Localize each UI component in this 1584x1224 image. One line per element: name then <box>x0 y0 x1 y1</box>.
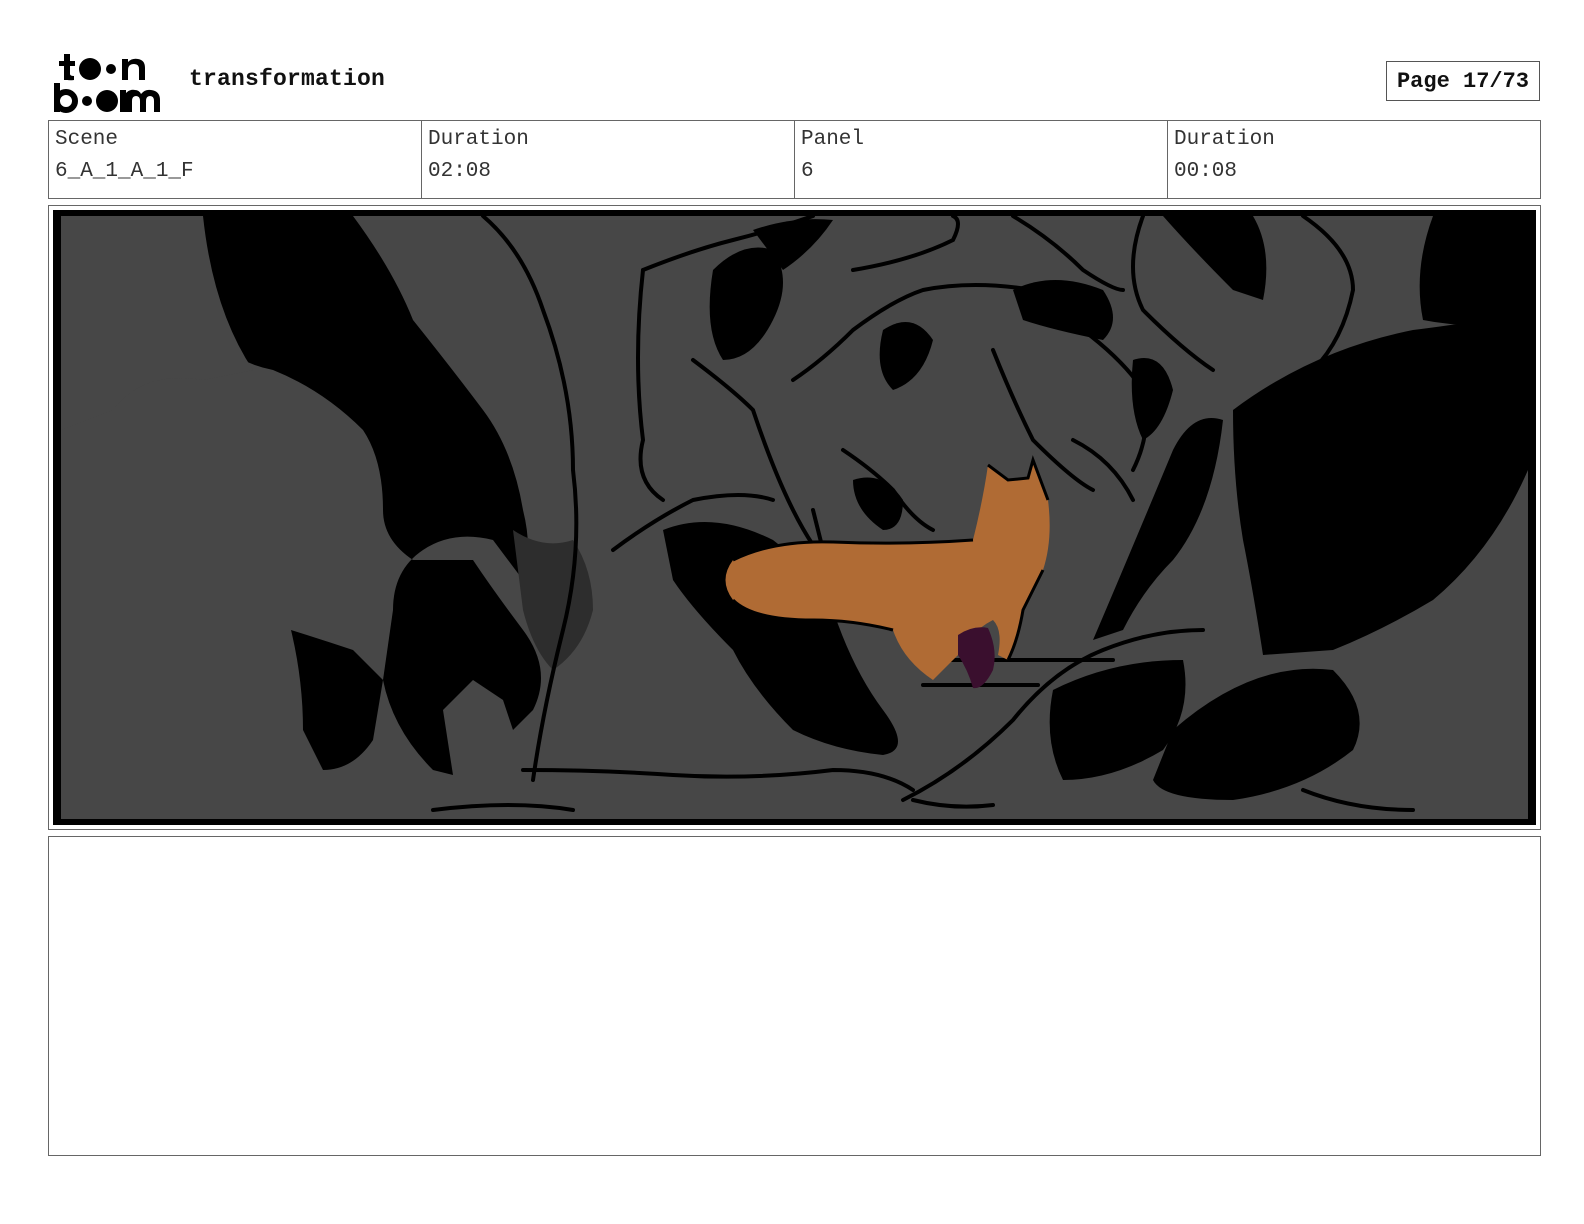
panel-duration-cell: Duration 00:08 <box>1168 121 1540 198</box>
scene-value: 6_A_1_A_1_F <box>55 160 194 183</box>
panel-label: Panel <box>801 128 865 151</box>
scene-duration-cell: Duration 02:08 <box>422 121 795 198</box>
panel-notes-box <box>48 836 1541 1156</box>
toon-boom-logo <box>54 54 160 113</box>
panel-duration-label: Duration <box>1174 128 1275 151</box>
scene-info-table: Scene 6_A_1_A_1_F Duration 02:08 Panel 6… <box>48 120 1541 199</box>
storyboard-panel-image <box>53 210 1536 825</box>
upper-right-rock <box>1419 216 1528 325</box>
scene-label: Scene <box>55 128 119 151</box>
storyboard-panel-frame <box>48 205 1541 830</box>
scene-duration-label: Duration <box>428 128 529 151</box>
project-title: transformation <box>189 66 386 92</box>
page-number-label: Page 17/73 <box>1396 68 1530 94</box>
page-indicator: Page 17/73 <box>1386 61 1540 101</box>
panel-value: 6 <box>801 160 814 183</box>
scene-duration-value: 02:08 <box>428 160 492 183</box>
scene-cell: Scene 6_A_1_A_1_F <box>49 121 422 198</box>
panel-duration-value: 00:08 <box>1174 160 1238 183</box>
panel-cell: Panel 6 <box>795 121 1168 198</box>
